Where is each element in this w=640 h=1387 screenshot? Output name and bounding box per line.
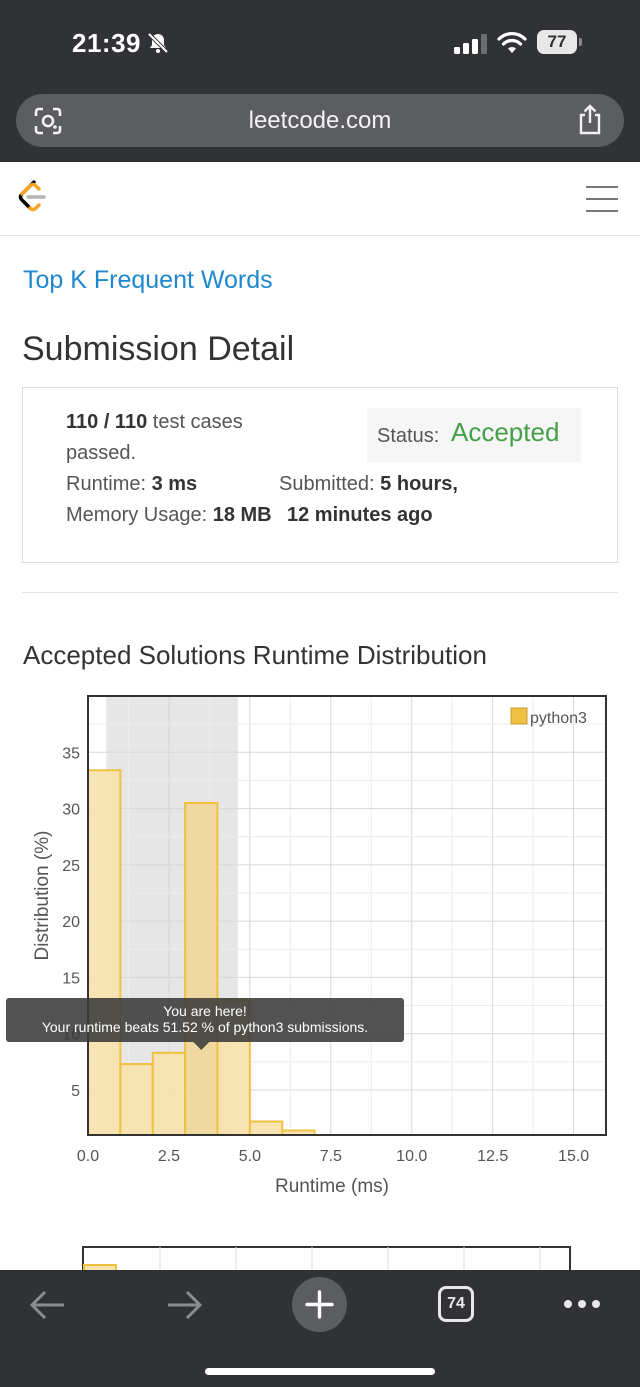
leetcode-logo-icon[interactable] xyxy=(16,180,48,216)
status-time: 21:39 xyxy=(72,28,141,58)
battery-level: 77 xyxy=(547,32,567,51)
runtime-value: 3 ms xyxy=(151,473,198,495)
hamburger-menu-icon[interactable] xyxy=(586,186,618,212)
y-tick-label: 35 xyxy=(62,745,80,762)
legend: python3 xyxy=(510,707,587,727)
site-header xyxy=(0,162,640,236)
test-cases-line: 110 / 110 test cases xyxy=(66,411,243,434)
x-tick-label: 5.0 xyxy=(239,1148,261,1165)
x-axis-label: Runtime (ms) xyxy=(275,1176,389,1197)
battery-nub xyxy=(579,38,582,46)
bar xyxy=(184,801,219,1137)
y-tick-label: 30 xyxy=(62,802,80,819)
y-tick-label: 20 xyxy=(62,914,80,931)
signal-icon xyxy=(454,34,487,54)
x-tick-label: 12.5 xyxy=(477,1148,508,1165)
memory-value: 18 MB xyxy=(212,504,272,526)
y-tick-label: 5 xyxy=(71,1083,80,1100)
memory-line: Memory Usage: 18 MB xyxy=(66,504,272,527)
status-badge: Status: Accepted xyxy=(367,408,581,462)
submitted-line-2: 12 minutes ago xyxy=(287,504,433,527)
tabs-button[interactable]: 74 xyxy=(438,1286,474,1322)
runtime-line: Runtime: 3 ms xyxy=(66,473,197,496)
bar xyxy=(119,1063,154,1137)
x-tick-label: 0.0 xyxy=(77,1148,99,1165)
back-icon[interactable] xyxy=(28,1288,68,1322)
submitted-value-2: 12 minutes ago xyxy=(287,504,433,526)
battery-icon: 77 xyxy=(537,30,577,54)
passed-suffix: test cases xyxy=(147,411,243,433)
bar xyxy=(151,1051,187,1137)
url-bar[interactable]: leetcode.com xyxy=(16,94,624,147)
browser-chrome-top: 21:39 77 leetcode.com xyxy=(0,0,640,162)
chart-title: Accepted Solutions Runtime Distribution xyxy=(23,640,487,670)
share-icon[interactable] xyxy=(577,104,603,136)
legend-swatch xyxy=(510,707,528,725)
bar xyxy=(248,1120,284,1137)
section-divider xyxy=(22,592,618,593)
problem-title-link[interactable]: Top K Frequent Words xyxy=(23,266,273,295)
x-tick-label: 2.5 xyxy=(158,1148,180,1165)
y-axis-label: Distribution (%) xyxy=(32,831,53,961)
submitted-line: Submitted: 5 hours, xyxy=(279,473,458,496)
home-indicator[interactable] xyxy=(205,1368,435,1375)
x-tick-label: 7.5 xyxy=(320,1148,342,1165)
submission-detail-box: 110 / 110 test cases passed. Status: Acc… xyxy=(22,387,618,563)
bell-slash-icon xyxy=(147,32,169,54)
browser-toolbar: 74 xyxy=(0,1270,640,1387)
tooltip-title: You are here! xyxy=(163,1003,247,1019)
status-value[interactable]: Accepted xyxy=(451,417,559,448)
submitted-value-1: 5 hours, xyxy=(380,473,458,495)
y-tick-label: 25 xyxy=(62,858,80,875)
url-text[interactable]: leetcode.com xyxy=(16,94,624,147)
runtime-label: Runtime: xyxy=(66,473,152,495)
memory-label: Memory Usage: xyxy=(66,504,213,526)
legend-label: python3 xyxy=(530,710,587,727)
runtime-distribution-chart: 51015202530350.02.55.07.510.012.515.0Run… xyxy=(6,695,607,1197)
forward-icon[interactable] xyxy=(164,1288,204,1322)
bar xyxy=(87,769,122,1137)
status-label: Status: xyxy=(377,425,440,447)
tab-count: 74 xyxy=(447,1295,465,1312)
page-title: Submission Detail xyxy=(22,330,295,368)
new-tab-button[interactable] xyxy=(292,1277,347,1332)
plus-icon xyxy=(305,1290,334,1319)
wifi-icon xyxy=(497,32,527,53)
submitted-label: Submitted: xyxy=(279,473,381,495)
x-tick-label: 10.0 xyxy=(396,1148,427,1165)
tooltip-text: Your runtime beats 51.52 % of python3 su… xyxy=(42,1019,368,1035)
more-icon[interactable] xyxy=(562,1298,602,1310)
passed-line: passed. xyxy=(66,442,137,464)
passed-count: 110 / 110 xyxy=(66,411,148,433)
x-tick-label: 15.0 xyxy=(558,1148,589,1165)
y-tick-label: 15 xyxy=(62,970,80,987)
